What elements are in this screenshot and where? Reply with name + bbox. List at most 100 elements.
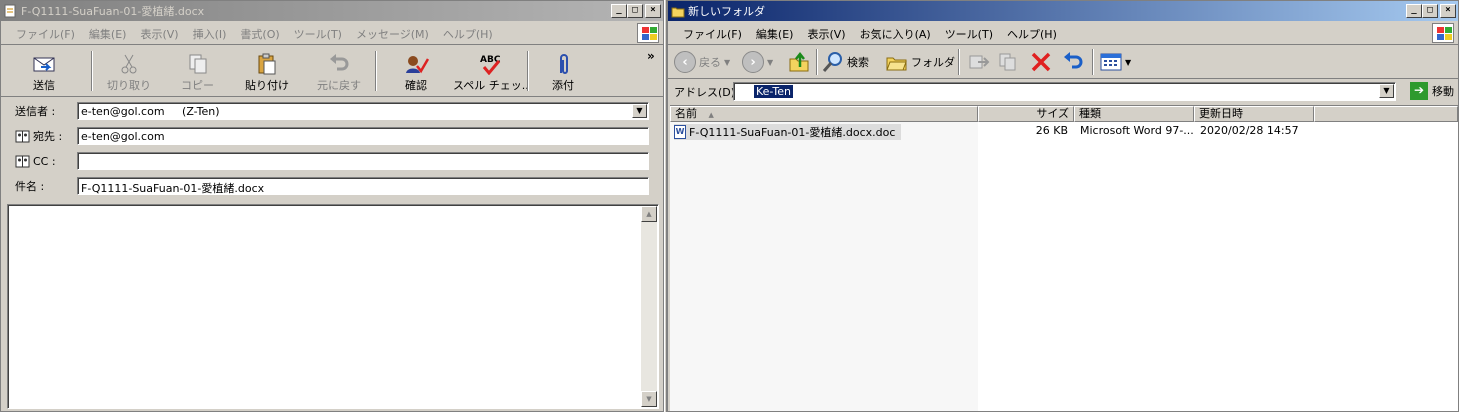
forward-arrow-icon: ›: [742, 51, 764, 73]
to-field[interactable]: e-ten@gol.com: [77, 127, 649, 145]
minimize-button[interactable]: _: [611, 4, 627, 18]
menu-insert[interactable]: 挿入(I): [186, 26, 234, 42]
maximize-button[interactable]: □: [1422, 4, 1438, 18]
menu-file[interactable]: ファイル(F): [9, 26, 82, 42]
explorer-toolbar: ‹ 戻る ▼ › ▼ 検索 フォルダ ▼: [668, 45, 1458, 79]
file-name: F-Q1111-SuaFuan-01-愛植緒.docx.doc: [689, 126, 896, 139]
go-button[interactable]: ➔ 移動: [1410, 82, 1454, 100]
send-button[interactable]: 送信: [31, 49, 57, 93]
file-type: Microsoft Word 97-...: [1080, 124, 1194, 137]
close-button[interactable]: ×: [1440, 4, 1456, 18]
compose-window: F-Q1111-SuaFuan-01-愛植緒.docx _ □ × ファイル(F…: [0, 0, 664, 412]
send-icon: [33, 57, 55, 72]
move-to-button[interactable]: [968, 49, 990, 75]
from-label: 送信者 :: [15, 105, 56, 118]
from-select[interactable]: e-ten@gol.com (Z-Ten) ▼: [77, 102, 649, 120]
subject-row: 件名 : F-Q1111-SuaFuan-01-愛植緒.docx: [1, 175, 663, 197]
toolbar-separator: [1092, 49, 1094, 75]
forward-button[interactable]: › ▼: [742, 49, 773, 75]
chevron-down-icon[interactable]: ▼: [632, 104, 647, 118]
toolbar-separator: [527, 51, 529, 91]
delete-x-icon: [1031, 52, 1051, 72]
subject-label: 件名 :: [15, 180, 45, 193]
menu-message[interactable]: メッセージ(M): [349, 26, 436, 42]
to-label: 宛先 :: [33, 130, 63, 143]
copy-button[interactable]: コピー: [181, 49, 214, 93]
back-button[interactable]: ‹ 戻る ▼: [674, 49, 730, 75]
cc-field[interactable]: [77, 152, 649, 170]
menu-help[interactable]: ヘルプ(H): [436, 26, 500, 42]
menu-format[interactable]: 書式(O): [233, 26, 286, 42]
explorer-window: 新しいフォルダ _ □ × ファイル(F) 編集(E) 表示(V) お気に入り(…: [667, 0, 1459, 412]
menu-view[interactable]: 表示(V): [133, 26, 185, 42]
folders-button[interactable]: フォルダ: [886, 49, 955, 75]
undo-button[interactable]: 元に戻す: [317, 49, 361, 93]
column-header-name[interactable]: 名前 ▲: [670, 106, 978, 122]
column-header-type[interactable]: 種類: [1074, 106, 1194, 122]
cut-button[interactable]: 切り取り: [107, 49, 151, 93]
file-list[interactable]: 名前 ▲ サイズ 種類 更新日時 W F-Q1111-SuaFuan-01-愛植…: [670, 105, 1458, 411]
close-button[interactable]: ×: [645, 4, 661, 18]
scroll-up-icon[interactable]: ▲: [641, 206, 657, 222]
cc-label: CC :: [33, 154, 56, 168]
menu-tools[interactable]: ツール(T): [287, 26, 349, 42]
message-body[interactable]: ▲ ▼: [7, 204, 659, 409]
spell-check-icon: ABC: [480, 55, 501, 75]
minimize-button[interactable]: _: [1406, 4, 1422, 18]
to-row: 宛先 : e-ten@gol.com: [1, 125, 663, 147]
address-book-icon[interactable]: [15, 154, 31, 168]
compose-menubar: ファイル(F) 編集(E) 表示(V) 挿入(I) 書式(O) ツール(T) メ…: [1, 23, 663, 45]
delete-button[interactable]: [1030, 49, 1052, 75]
menu-favorites[interactable]: お気に入り(A): [853, 26, 938, 42]
column-header-size[interactable]: サイズ: [978, 106, 1074, 122]
name-column-bg: [670, 122, 978, 411]
check-names-button[interactable]: 確認: [403, 49, 429, 93]
table-row[interactable]: W F-Q1111-SuaFuan-01-愛植緒.docx.doc 26 KB …: [670, 123, 1458, 140]
column-header-modified[interactable]: 更新日時: [1194, 106, 1314, 122]
menu-view[interactable]: 表示(V): [800, 26, 852, 42]
compose-toolbar: 送信 切り取り コピー 貼り付け 元に戻す 確認 ABC スペル チェッ.. 添…: [1, 45, 663, 97]
back-arrow-icon: ‹: [674, 51, 696, 73]
menu-edit[interactable]: 編集(E): [749, 26, 801, 42]
explorer-titlebar[interactable]: 新しいフォルダ _ □ ×: [668, 1, 1458, 21]
move-to-icon: [969, 55, 990, 69]
address-input[interactable]: Ke-Ten ▼: [733, 82, 1396, 101]
menu-edit[interactable]: 編集(E): [82, 26, 134, 42]
explorer-menubar: ファイル(F) 編集(E) 表示(V) お気に入り(A) ツール(T) ヘルプ(…: [668, 23, 1458, 45]
up-folder-icon: [789, 51, 809, 72]
copy-to-icon: [999, 53, 1016, 71]
views-button[interactable]: ▼: [1100, 49, 1131, 75]
chevron-down-icon[interactable]: ▼: [724, 58, 730, 67]
undo-button[interactable]: [1062, 49, 1084, 75]
maximize-button[interactable]: □: [627, 4, 643, 18]
copy-to-button[interactable]: [998, 49, 1020, 75]
copy-icon: [189, 54, 206, 74]
cc-row: CC :: [1, 150, 663, 172]
search-icon: [822, 52, 842, 72]
clipboard-icon: [258, 53, 276, 75]
menu-file[interactable]: ファイル(F): [676, 26, 749, 42]
chevron-down-icon[interactable]: ▼: [1379, 84, 1394, 98]
vertical-scrollbar[interactable]: ▲ ▼: [641, 206, 657, 407]
menu-tools[interactable]: ツール(T): [938, 26, 1000, 42]
chevron-down-icon[interactable]: ▼: [767, 58, 773, 67]
scissors-icon: [121, 54, 137, 74]
search-button[interactable]: 検索: [822, 49, 869, 75]
chevron-down-icon[interactable]: ▼: [1125, 58, 1131, 67]
attach-button[interactable]: 添付: [551, 49, 575, 93]
column-header-filler: [1314, 106, 1458, 122]
spell-check-button[interactable]: ABC スペル チェッ..: [453, 49, 529, 93]
paste-button[interactable]: 貼り付け: [245, 49, 289, 93]
address-book-icon[interactable]: [15, 129, 31, 143]
menu-help[interactable]: ヘルプ(H): [1000, 26, 1064, 42]
compose-title: F-Q1111-SuaFuan-01-愛植緒.docx: [21, 5, 205, 18]
up-folder-button[interactable]: [788, 49, 810, 75]
subject-field[interactable]: F-Q1111-SuaFuan-01-愛植緒.docx: [77, 177, 649, 195]
undo-icon: [1064, 52, 1083, 69]
windows-logo-icon: [637, 23, 659, 43]
file-size: 26 KB: [1035, 124, 1068, 137]
toolbar-separator: [816, 49, 818, 75]
compose-titlebar[interactable]: F-Q1111-SuaFuan-01-愛植緒.docx _ □ ×: [1, 1, 663, 21]
scroll-down-icon[interactable]: ▼: [641, 391, 657, 407]
toolbar-overflow-chevron[interactable]: »: [647, 49, 655, 63]
